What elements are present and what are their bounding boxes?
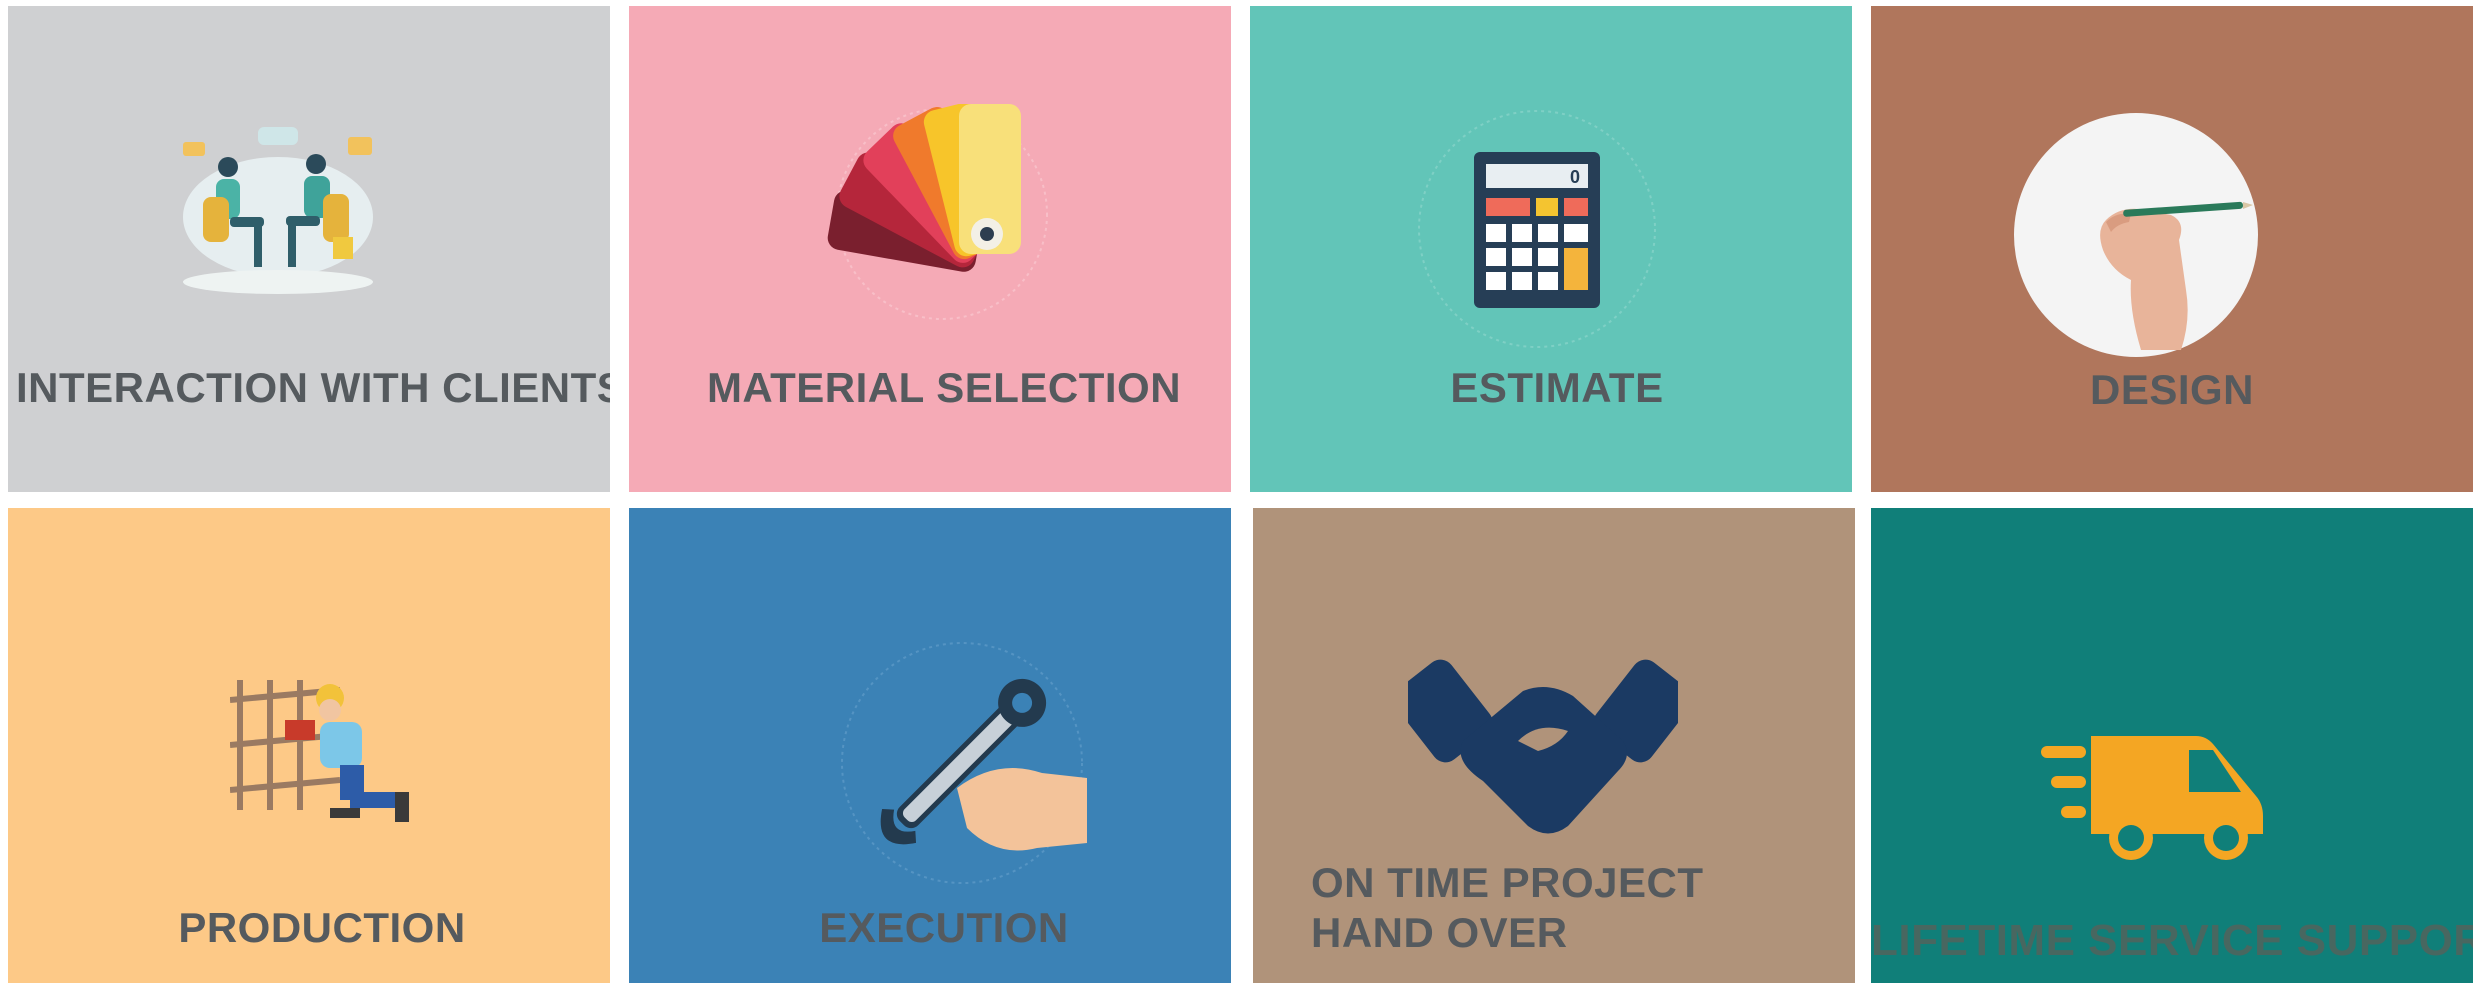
tile-execution: EXECUTION — [629, 508, 1231, 983]
tile-production: PRODUCTION — [8, 508, 610, 983]
calculator-display: 0 — [1570, 167, 1580, 187]
tile-on-time-project-hand-over: ON TIME PROJECT HAND OVER — [1253, 508, 1855, 983]
tile-label: EXECUTION — [819, 904, 1069, 951]
tile-label: PRODUCTION — [178, 904, 466, 951]
tile-interaction-with-clients: INTERACTION WITH CLIENTS — [8, 6, 610, 492]
delivery-van-icon — [2041, 726, 2281, 866]
tile-label: ESTIMATE — [1450, 364, 1664, 411]
tile-label: INTERACTION WITH CLIENTS — [16, 364, 610, 411]
client-meeting-icon — [168, 122, 388, 302]
wrench-hand-icon — [837, 638, 1087, 888]
hand-drawing-icon — [2011, 110, 2261, 360]
tile-material-selection: MATERIAL SELECTION — [629, 6, 1231, 492]
tile-lifetime-service-support: LIFETIME SERVICE SUPPORT — [1871, 508, 2473, 983]
tile-label: MATERIAL SELECTION — [706, 364, 1182, 411]
tile-estimate: 0 ESTIMATE — [1250, 6, 1852, 492]
tile-label: LIFETIME SERVICE SUPPORT — [1871, 916, 2473, 965]
tile-design: DESIGN — [1871, 6, 2473, 492]
process-grid: INTERACTION WITH CLIENTS MATERIAL SELECT… — [0, 0, 2480, 983]
worker-icon — [230, 670, 440, 830]
tile-label: ON TIME PROJECT HAND OVER — [1311, 859, 1704, 956]
tile-label: DESIGN — [2089, 366, 2255, 413]
color-swatch-icon — [827, 104, 1057, 324]
handshake-icon — [1408, 646, 1678, 836]
calculator-icon: 0 — [1412, 104, 1662, 354]
